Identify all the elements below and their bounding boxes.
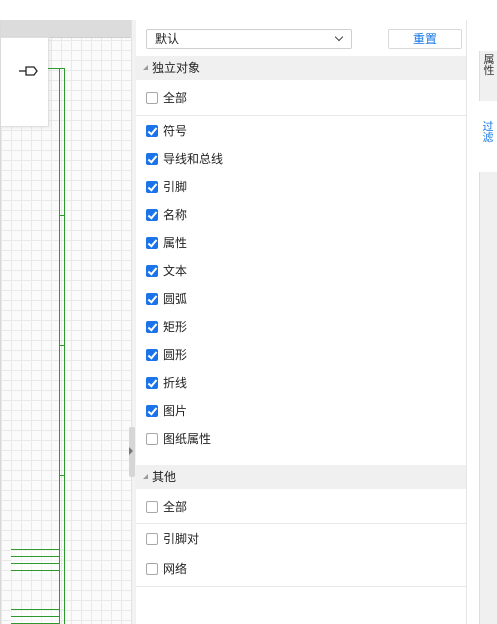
checkbox[interactable] xyxy=(146,92,158,104)
group-header-other[interactable]: 其他 xyxy=(136,465,466,489)
wire-tick xyxy=(59,215,64,216)
divider xyxy=(136,115,466,116)
filter-item-pin-pairs[interactable]: 引脚对 xyxy=(136,527,466,551)
checkbox[interactable] xyxy=(146,377,158,389)
filter-toolbar: 默认 重置 xyxy=(136,20,466,56)
filter-item-polylines[interactable]: 折线 xyxy=(136,371,466,395)
component-preview-popup xyxy=(1,37,49,127)
filter-panel: 默认 重置 独立对象 全部 符号 导线和总线 引脚 名称 属性 文本 圆弧 矩形… xyxy=(136,20,467,624)
checkbox[interactable] xyxy=(146,153,158,165)
filter-item-sheet-attributes[interactable]: 图纸属性 xyxy=(136,427,466,451)
filter-item-label: 导线和总线 xyxy=(163,152,224,166)
checkbox[interactable] xyxy=(146,433,158,445)
divider xyxy=(136,523,466,524)
splitter-collapse-handle[interactable] xyxy=(129,427,135,477)
wire-tick xyxy=(59,475,64,476)
filter-item-pins[interactable]: 引脚 xyxy=(136,175,466,199)
filter-item-label: 名称 xyxy=(163,208,188,222)
checkbox[interactable] xyxy=(146,321,158,333)
wire xyxy=(59,68,60,624)
chevron-right-icon xyxy=(129,447,133,455)
filter-item-label: 引脚对 xyxy=(163,532,200,546)
filter-item-attributes[interactable]: 属性 xyxy=(136,231,466,255)
filter-item-rectangles[interactable]: 矩形 xyxy=(136,315,466,339)
filter-item-label: 图片 xyxy=(163,404,188,418)
checkbox[interactable] xyxy=(146,293,158,305)
filter-item-label: 文本 xyxy=(163,264,188,278)
filter-preset-value: 默认 xyxy=(155,32,180,46)
filter-item-wires-buses[interactable]: 导线和总线 xyxy=(136,147,466,171)
filter-item-all-other[interactable]: 全部 xyxy=(136,495,466,519)
checkbox[interactable] xyxy=(146,265,158,277)
tab-rail-background xyxy=(479,172,497,624)
filter-item-label: 圆形 xyxy=(163,348,188,362)
filter-item-label: 属性 xyxy=(163,236,188,250)
filter-item-label: 折线 xyxy=(163,376,188,390)
filter-item-names[interactable]: 名称 xyxy=(136,203,466,227)
checkbox[interactable] xyxy=(146,563,158,575)
net-port-icon xyxy=(19,66,38,76)
group-header-standalone-objects[interactable]: 独立对象 xyxy=(136,56,466,80)
checkbox[interactable] xyxy=(146,405,158,417)
filter-item-text[interactable]: 文本 xyxy=(136,259,466,283)
pin-header-block xyxy=(11,609,60,624)
filter-item-symbol[interactable]: 符号 xyxy=(136,119,466,143)
filter-preset-select[interactable]: 默认 xyxy=(146,29,352,49)
collapse-triangle-icon xyxy=(143,474,148,479)
group-title: 其他 xyxy=(152,470,177,484)
collapse-triangle-icon xyxy=(143,65,148,70)
filter-item-label: 图纸属性 xyxy=(163,432,212,446)
tab-filter[interactable]: 过滤 xyxy=(479,117,497,167)
chevron-down-icon xyxy=(334,32,344,42)
wire xyxy=(64,68,65,624)
group-title: 独立对象 xyxy=(152,61,201,75)
checkbox[interactable] xyxy=(146,533,158,545)
checkbox[interactable] xyxy=(146,501,158,513)
filter-item-images[interactable]: 图片 xyxy=(136,399,466,423)
side-tab-rail: 属性 过滤 xyxy=(467,20,497,624)
canvas-tab-bar xyxy=(1,20,132,38)
checkbox[interactable] xyxy=(146,209,158,221)
filter-item-label: 圆弧 xyxy=(163,292,188,306)
checkbox[interactable] xyxy=(146,237,158,249)
tab-label: 属性 xyxy=(483,53,495,77)
filter-item-label: 网络 xyxy=(163,562,188,576)
checkbox[interactable] xyxy=(146,181,158,193)
filter-item-arcs[interactable]: 圆弧 xyxy=(136,287,466,311)
filter-item-circles[interactable]: 圆形 xyxy=(136,343,466,367)
checkbox[interactable] xyxy=(146,125,158,137)
filter-item-label: 全部 xyxy=(163,91,188,105)
schematic-canvas[interactable] xyxy=(0,20,132,624)
divider xyxy=(136,586,466,587)
reset-button[interactable]: 重置 xyxy=(388,29,462,49)
checkbox[interactable] xyxy=(146,349,158,361)
filter-item-all[interactable]: 全部 xyxy=(136,86,466,110)
wire xyxy=(48,68,65,69)
tab-label: 过滤 xyxy=(482,120,494,144)
filter-item-label: 全部 xyxy=(163,500,188,514)
filter-item-label: 矩形 xyxy=(163,320,188,334)
filter-item-label: 引脚 xyxy=(163,180,188,194)
filter-item-label: 符号 xyxy=(163,124,188,138)
tab-properties[interactable]: 属性 xyxy=(479,51,497,101)
wire-tick xyxy=(59,345,64,346)
pin-header-block xyxy=(11,549,60,571)
filter-item-nets[interactable]: 网络 xyxy=(136,557,466,581)
